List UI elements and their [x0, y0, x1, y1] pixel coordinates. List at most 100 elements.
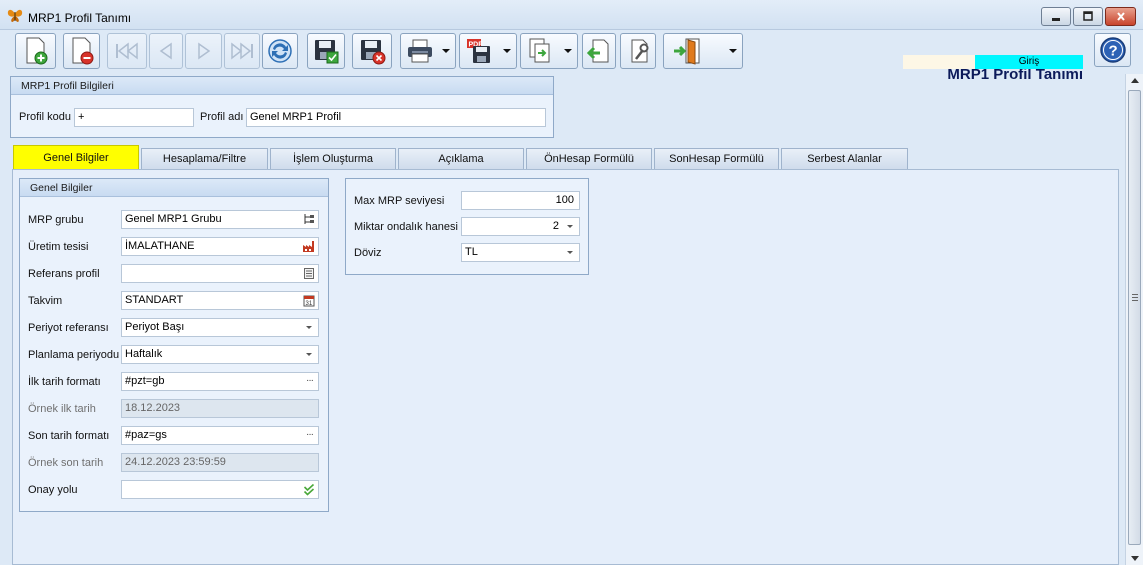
delete-document-icon: [72, 37, 93, 65]
maximize-button[interactable]: [1073, 7, 1103, 26]
production-site-label: Üretim tesisi: [28, 241, 89, 253]
first-date-format-input[interactable]: #pzt=gb ···: [121, 372, 319, 391]
grip-icon: [1132, 294, 1138, 301]
first-icon: [116, 42, 138, 60]
general-info-title: Genel Bilgiler: [20, 179, 328, 197]
list-icon[interactable]: [303, 267, 315, 280]
ellipsis-icon[interactable]: ···: [306, 373, 314, 389]
minimize-button[interactable]: [1041, 7, 1071, 26]
tab-post-calc-formula[interactable]: SonHesap Formülü: [654, 148, 779, 169]
pdf-options-arrow: [503, 49, 511, 53]
minimize-icon: [1052, 18, 1060, 21]
tab-calculation-filter[interactable]: Hesaplama/Filtre: [141, 148, 268, 169]
last-icon: [231, 42, 253, 60]
save-button[interactable]: [307, 33, 345, 69]
calendar-value: STANDART: [125, 294, 184, 306]
print-options-arrow: [442, 49, 450, 53]
general-info-group: Genel Bilgiler MRP grubu Genel MRP1 Grub…: [19, 178, 329, 512]
calendar-icon[interactable]: 31: [303, 294, 315, 307]
printer-icon: [408, 39, 432, 63]
check-icon[interactable]: [303, 483, 315, 496]
refresh-icon: [268, 39, 292, 63]
butterfly-icon: [7, 9, 23, 22]
exit-door-icon: [674, 38, 700, 65]
approval-path-input[interactable]: [121, 480, 319, 499]
tab-pre-calc-formula[interactable]: ÖnHesap Formülü: [526, 148, 652, 169]
tree-icon[interactable]: [303, 213, 315, 226]
tab-free-fields[interactable]: Serbest Alanlar: [781, 148, 908, 169]
previous-record-button[interactable]: [149, 33, 183, 69]
tools-icon: [631, 39, 649, 63]
planning-period-value: Haftalık: [125, 348, 163, 360]
profile-code-label: Profil kodu: [19, 111, 71, 123]
close-icon: [1116, 12, 1125, 21]
profile-info-group: MRP1 Profil Bilgileri Profil kodu + Prof…: [10, 76, 554, 138]
scroll-up-icon[interactable]: [1131, 78, 1139, 83]
pdf-save-button[interactable]: PDF: [459, 33, 517, 69]
sample-last-date-field: 24.12.2023 23:59:59: [121, 453, 319, 472]
scroll-thumb[interactable]: [1128, 90, 1141, 545]
next-record-button[interactable]: [185, 33, 222, 69]
tab-general-info[interactable]: Genel Bilgiler: [13, 145, 139, 170]
profile-code-input[interactable]: +: [74, 108, 194, 127]
chevron-down-icon[interactable]: [567, 225, 573, 228]
reference-profile-label: Referans profil: [28, 268, 100, 280]
reference-profile-input[interactable]: [121, 264, 319, 283]
tab-description[interactable]: Açıklama: [398, 148, 524, 169]
last-date-format-label: Son tarih formatı: [28, 430, 110, 442]
planning-period-label: Planlama periyodu: [28, 349, 120, 361]
last-record-button[interactable]: [224, 33, 260, 69]
delete-record-button[interactable]: [63, 33, 100, 69]
last-date-format-value: #paz=gs: [125, 429, 167, 441]
exit-button[interactable]: [663, 33, 743, 69]
tools-button[interactable]: [620, 33, 656, 69]
first-record-button[interactable]: [107, 33, 147, 69]
save-icon: [315, 40, 339, 64]
chevron-down-icon[interactable]: [306, 326, 312, 329]
restore-icon: [1083, 11, 1093, 21]
previous-icon: [159, 42, 172, 60]
profile-info-title: MRP1 Profil Bilgileri: [11, 77, 553, 95]
first-date-format-label: İlk tarih formatı: [28, 376, 101, 388]
currency-label: Döviz: [354, 247, 382, 259]
chevron-down-icon[interactable]: [567, 251, 573, 254]
quantity-decimals-value: 2: [552, 220, 559, 232]
first-date-format-value: #pzt=gb: [125, 375, 165, 387]
max-mrp-level-input[interactable]: 100: [461, 191, 580, 210]
export-button[interactable]: [520, 33, 578, 69]
pdf-icon: PDF: [467, 39, 490, 63]
ellipsis-icon[interactable]: ···: [306, 427, 314, 443]
factory-icon[interactable]: [302, 240, 315, 253]
quantity-decimals-select[interactable]: 2: [461, 217, 580, 236]
calendar-input[interactable]: STANDART 31: [121, 291, 319, 310]
tab-operation-create[interactable]: İşlem Oluşturma: [270, 148, 396, 169]
chevron-down-icon[interactable]: [306, 353, 312, 356]
period-reference-label: Periyot referansı: [28, 322, 109, 334]
vertical-scrollbar[interactable]: [1125, 74, 1143, 565]
print-button[interactable]: [400, 33, 456, 69]
calendar-label: Takvim: [28, 295, 63, 307]
profile-name-label: Profil adı: [200, 111, 244, 123]
period-reference-select[interactable]: Periyot Başı: [121, 318, 319, 337]
svg-text:?: ?: [1108, 43, 1117, 60]
approval-path-label: Onay yolu: [28, 484, 78, 496]
mrp-group-input[interactable]: Genel MRP1 Grubu: [121, 210, 319, 229]
import-button[interactable]: [582, 33, 616, 69]
refresh-button[interactable]: [262, 33, 298, 69]
help-button[interactable]: ?: [1094, 33, 1131, 67]
scroll-down-icon[interactable]: [1131, 556, 1139, 561]
currency-select[interactable]: TL: [461, 243, 580, 262]
save-cancel-icon: [361, 40, 386, 65]
import-icon: [586, 39, 609, 63]
save-cancel-button[interactable]: [352, 33, 392, 69]
export-options-arrow: [564, 49, 572, 53]
last-date-format-input[interactable]: #paz=gs ···: [121, 426, 319, 445]
close-button[interactable]: [1105, 7, 1136, 26]
production-site-value: İMALATHANE: [125, 240, 195, 252]
production-site-input[interactable]: İMALATHANE: [121, 237, 319, 256]
planning-period-select[interactable]: Haftalık: [121, 345, 319, 364]
new-record-button[interactable]: [15, 33, 56, 69]
profile-name-input[interactable]: Genel MRP1 Profil: [246, 108, 546, 127]
period-reference-value: Periyot Başı: [125, 321, 185, 333]
window-title: MRP1 Profil Tanımı: [28, 11, 132, 25]
